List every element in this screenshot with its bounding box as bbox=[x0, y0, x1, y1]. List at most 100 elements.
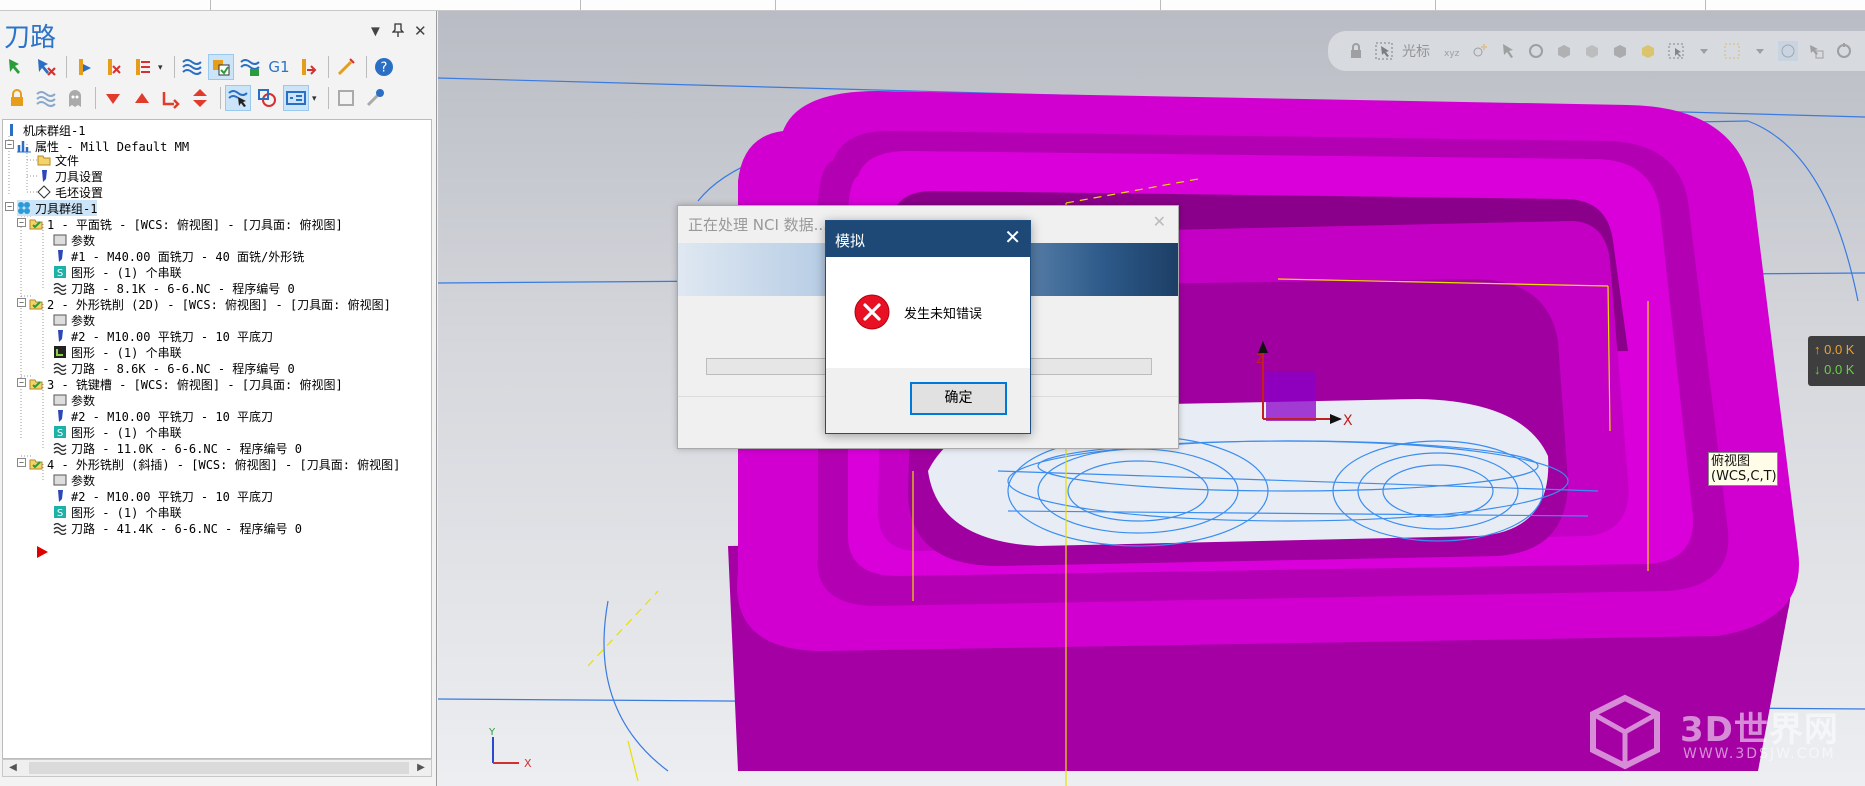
panel-close-button[interactable]: ✕ bbox=[414, 23, 427, 41]
color-select-icon[interactable] bbox=[1638, 41, 1658, 61]
window-select-icon[interactable] bbox=[1666, 41, 1686, 61]
lock-icon[interactable] bbox=[1346, 41, 1366, 61]
verify-select-icon[interactable] bbox=[1806, 41, 1826, 61]
post-selected-button[interactable] bbox=[295, 54, 321, 80]
tree-node-operation-2[interactable]: 2 - 外形铣削 (2D) - [WCS: 俯视图] - [刀具面: 俯视图] bbox=[29, 296, 391, 312]
panel-pin-button[interactable] bbox=[391, 23, 405, 42]
dropdown-arrow[interactable]: ▾ bbox=[312, 93, 320, 104]
cursor-mode-label[interactable]: 光标 bbox=[1402, 41, 1430, 61]
expand-button[interactable] bbox=[333, 85, 359, 111]
point-add-icon[interactable] bbox=[1470, 41, 1490, 61]
error-dialog-title: 模拟 bbox=[835, 232, 866, 250]
tree-node-toolpath[interactable]: 刀路 - 8.6K - 6-6.NC - 程序编号 0 bbox=[53, 360, 295, 376]
insert-position-button[interactable] bbox=[187, 85, 213, 111]
stock-diamond-icon bbox=[37, 185, 51, 199]
face-select-icon[interactable] bbox=[1582, 41, 1602, 61]
chain-select-icon[interactable] bbox=[1526, 41, 1546, 61]
display-options-button[interactable] bbox=[283, 85, 309, 111]
tree-node-geometry[interactable]: S 图形 - (1) 个串联 bbox=[53, 504, 182, 520]
select-operation-button[interactable] bbox=[225, 85, 251, 111]
hide-button[interactable] bbox=[62, 85, 88, 111]
error-icon bbox=[854, 294, 890, 330]
tree-node-tool-settings[interactable]: 刀具设置 bbox=[37, 168, 103, 184]
deselect-button[interactable] bbox=[33, 54, 59, 80]
tree-node-params[interactable]: 参数 bbox=[53, 392, 95, 408]
toggle-display-button[interactable] bbox=[33, 85, 59, 111]
help-button[interactable]: ? bbox=[371, 54, 397, 80]
dropdown-arrow[interactable] bbox=[1694, 41, 1714, 61]
post-g1-button[interactable]: G1 bbox=[266, 54, 292, 80]
tree-node-label: 刀路 - 8.6K - 6-6.NC - 程序编号 0 bbox=[71, 361, 295, 376]
expand-toggle[interactable]: − bbox=[17, 378, 26, 387]
tree-node-tool[interactable]: #2 - M10.00 平铣刀 - 10 平底刀 bbox=[53, 488, 273, 504]
tree-node-operation-3[interactable]: 3 - 铣键槽 - [WCS: 俯视图] - [刀具面: 俯视图] bbox=[29, 376, 343, 392]
tree-node-stock-setup[interactable]: 毛坯设置 bbox=[37, 184, 103, 200]
tree-node-toolpath[interactable]: 刀路 - 41.4K - 6-6.NC - 程序编号 0 bbox=[53, 520, 302, 536]
error-dialog: 模拟 ✕ 发生未知错误 确定 bbox=[825, 220, 1031, 434]
expand-toggle[interactable]: − bbox=[5, 202, 14, 211]
tree-node-geometry[interactable]: 图形 - (1) 个串联 bbox=[53, 344, 182, 360]
panel-menu-button[interactable]: ▼ bbox=[368, 23, 383, 41]
tree-node-tool[interactable]: #2 - M10.00 平铣刀 - 10 平底刀 bbox=[53, 328, 273, 344]
box-select-icon[interactable] bbox=[1722, 41, 1742, 61]
cursor-select-icon[interactable] bbox=[1374, 41, 1394, 61]
scroll-left-button[interactable]: ◀ bbox=[5, 761, 21, 775]
xyz-input-icon[interactable]: xyz bbox=[1442, 41, 1462, 61]
tree-node-toolpath[interactable]: 刀路 - 8.1K - 6-6.NC - 程序编号 0 bbox=[53, 280, 295, 296]
body-select-icon[interactable] bbox=[1610, 41, 1630, 61]
expand-toggle[interactable]: − bbox=[17, 218, 26, 227]
operation-folder-check-icon bbox=[29, 377, 43, 391]
tree-node-toolpath-group[interactable]: 刀具群组-1 bbox=[17, 200, 98, 216]
error-message: 发生未知错误 bbox=[904, 307, 983, 322]
params-folder-icon bbox=[53, 233, 67, 247]
tree-node-tool[interactable]: #2 - M10.00 平铣刀 - 10 平底刀 bbox=[53, 408, 273, 424]
lock-button[interactable] bbox=[4, 85, 30, 111]
dropdown-arrow[interactable]: ▾ bbox=[158, 62, 166, 73]
backplot-button[interactable] bbox=[179, 54, 205, 80]
tree-node-files[interactable]: 文件 bbox=[37, 152, 79, 168]
tool-icon bbox=[53, 489, 67, 503]
highlight-select-icon[interactable] bbox=[1778, 41, 1798, 61]
progress-dialog-close-button[interactable]: ✕ bbox=[1153, 212, 1166, 232]
move-down-button[interactable] bbox=[100, 85, 126, 111]
tree-node-geometry[interactable]: S 图形 - (1) 个串联 bbox=[53, 264, 182, 280]
simulate-button[interactable] bbox=[237, 54, 263, 80]
dropdown-arrow[interactable] bbox=[1750, 41, 1770, 61]
toolbar-separator bbox=[95, 87, 96, 109]
tree-node-machine-group[interactable]: 机床群组-1 bbox=[5, 122, 85, 138]
tree-node-params[interactable]: 参数 bbox=[53, 232, 95, 248]
ok-button[interactable]: 确定 bbox=[910, 382, 1007, 415]
regenerate-dirty-button[interactable] bbox=[100, 54, 126, 80]
verify-button[interactable] bbox=[208, 54, 234, 80]
tool-settings-button[interactable] bbox=[362, 85, 388, 111]
move-up-button[interactable] bbox=[129, 85, 155, 111]
rotate-icon[interactable] bbox=[1834, 41, 1854, 61]
tree-horizontal-scrollbar[interactable]: ◀ ▶ bbox=[2, 759, 432, 777]
arrow-select-icon[interactable] bbox=[1498, 41, 1518, 61]
regenerate-all-button[interactable] bbox=[71, 54, 97, 80]
tree-node-params[interactable]: 参数 bbox=[53, 472, 95, 488]
tree-node-operation-1[interactable]: 1 - 平面铣 - [WCS: 俯视图] - [刀具面: 俯视图] bbox=[29, 216, 343, 232]
params-folder-icon bbox=[53, 473, 67, 487]
solid-select-icon[interactable] bbox=[1554, 41, 1574, 61]
error-dialog-close-button[interactable]: ✕ bbox=[1004, 226, 1021, 250]
tree-node-label: 机床群组-1 bbox=[23, 123, 86, 138]
highfeed-button[interactable] bbox=[333, 54, 359, 80]
select-geometry-button[interactable] bbox=[254, 85, 280, 111]
tree-node-params[interactable]: 参数 bbox=[53, 312, 95, 328]
scroll-right-button[interactable]: ▶ bbox=[413, 761, 429, 775]
toolbar-separator bbox=[66, 56, 67, 78]
expand-toggle[interactable]: − bbox=[5, 140, 14, 149]
scroll-thumb[interactable] bbox=[29, 762, 409, 774]
toggle-toolpath-button[interactable] bbox=[129, 54, 155, 80]
insert-arrow-icon[interactable] bbox=[35, 545, 49, 564]
tree-node-label: 图形 - (1) 个串联 bbox=[71, 425, 182, 440]
insert-after-button[interactable] bbox=[158, 85, 184, 111]
expand-toggle[interactable]: − bbox=[17, 298, 26, 307]
tree-node-toolpath[interactable]: 刀路 - 11.0K - 6-6.NC - 程序编号 0 bbox=[53, 440, 302, 456]
tree-node-tool[interactable]: #1 - M40.00 面铣刀 - 40 面铣/外形铣 bbox=[53, 248, 304, 264]
expand-toggle[interactable]: − bbox=[17, 458, 26, 467]
select-all-button[interactable] bbox=[4, 54, 30, 80]
tree-node-operation-4[interactable]: 4 - 外形铣削 (斜插) - [WCS: 俯视图] - [刀具面: 俯视图] bbox=[29, 456, 400, 472]
tree-node-geometry[interactable]: S 图形 - (1) 个串联 bbox=[53, 424, 182, 440]
